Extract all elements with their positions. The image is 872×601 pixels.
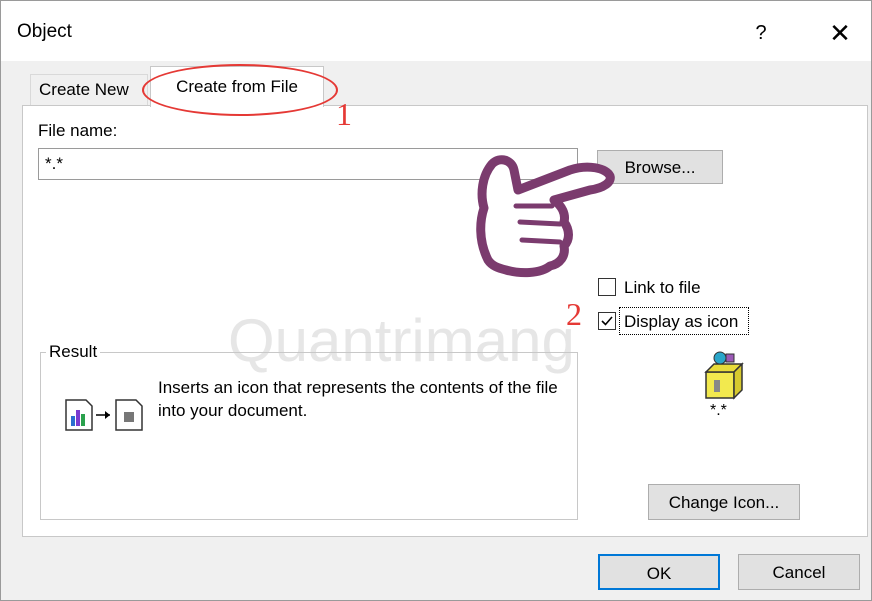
package-icon <box>704 351 744 400</box>
change-icon-button[interactable]: Change Icon... <box>648 484 800 520</box>
result-description: Inserts an icon that represents the cont… <box>158 378 558 420</box>
highlight-ellipse <box>142 64 338 116</box>
dialog-title: Object <box>17 21 72 42</box>
display-as-icon-checkbox[interactable] <box>598 312 616 330</box>
file-name-label: File name: <box>38 121 118 140</box>
icon-caption: *.* <box>710 402 727 419</box>
tab-create-new-label: Create New <box>39 80 129 99</box>
close-button[interactable]: ✕ <box>815 13 865 53</box>
display-as-icon-label[interactable]: Display as icon <box>624 312 738 332</box>
insert-file-diagram-icon <box>65 399 143 431</box>
title-bar: Object ? ✕ <box>1 1 871 61</box>
cancel-button[interactable]: Cancel <box>738 554 860 590</box>
annotation-step-1: 1 <box>336 96 352 132</box>
help-button[interactable]: ? <box>741 15 781 51</box>
watermark-text: Quantrimang <box>228 307 575 374</box>
pointing-hand-icon <box>476 155 615 278</box>
link-to-file-label[interactable]: Link to file <box>624 278 701 298</box>
ok-button[interactable]: OK <box>598 554 720 590</box>
link-to-file-checkbox[interactable] <box>598 278 616 296</box>
checkmark-icon <box>601 316 613 326</box>
tab-create-new[interactable]: Create New <box>30 74 148 105</box>
result-legend: Result <box>46 342 101 362</box>
